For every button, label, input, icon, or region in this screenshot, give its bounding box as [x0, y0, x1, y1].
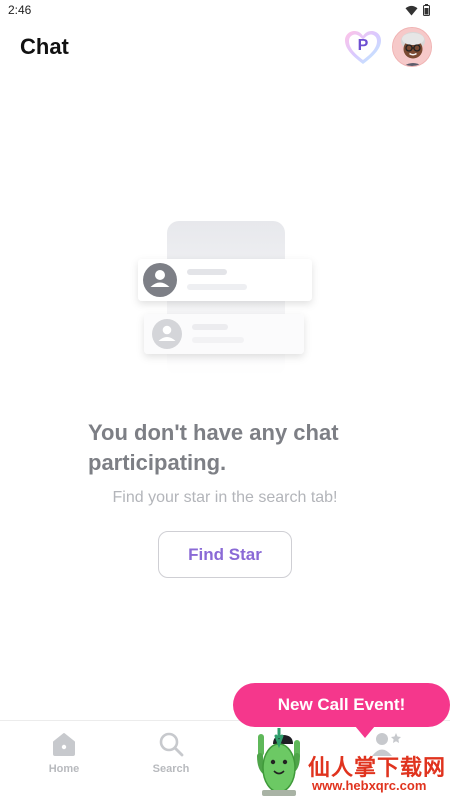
- status-time: 2:46: [8, 3, 32, 17]
- page-title: Chat: [20, 34, 69, 59]
- find-star-button[interactable]: Find Star: [158, 531, 292, 578]
- new-call-event-bubble[interactable]: New Call Event!: [233, 683, 450, 727]
- status-icons: [405, 4, 430, 16]
- premium-letter: P: [357, 37, 369, 54]
- nav-item-search[interactable]: Search: [136, 731, 206, 775]
- cactus-logo: [257, 728, 300, 796]
- status-bar: 2:46: [0, 0, 450, 22]
- empty-chat-illustration: [130, 215, 320, 380]
- premium-heart-badge[interactable]: P: [343, 28, 383, 68]
- nav-label-home: Home: [48, 763, 80, 775]
- wifi-icon: [405, 5, 418, 15]
- watermark: 仙人掌下载网 www.hebxqrc.com: [248, 726, 450, 800]
- battery-icon: [423, 4, 430, 16]
- search-icon: [159, 732, 184, 757]
- home-icon: [53, 733, 75, 756]
- nav-item-home[interactable]: Home: [29, 731, 99, 775]
- watermark-url: www.hebxqrc.com: [310, 778, 429, 793]
- header: Chat P: [0, 26, 450, 70]
- nav-label-search: Search: [152, 763, 190, 775]
- avatar[interactable]: [392, 27, 432, 67]
- avatar-image: [393, 28, 431, 66]
- empty-state-subtitle: Find your star in the search tab!: [112, 489, 338, 506]
- empty-state-title: You don't have any chat participating.: [88, 420, 339, 475]
